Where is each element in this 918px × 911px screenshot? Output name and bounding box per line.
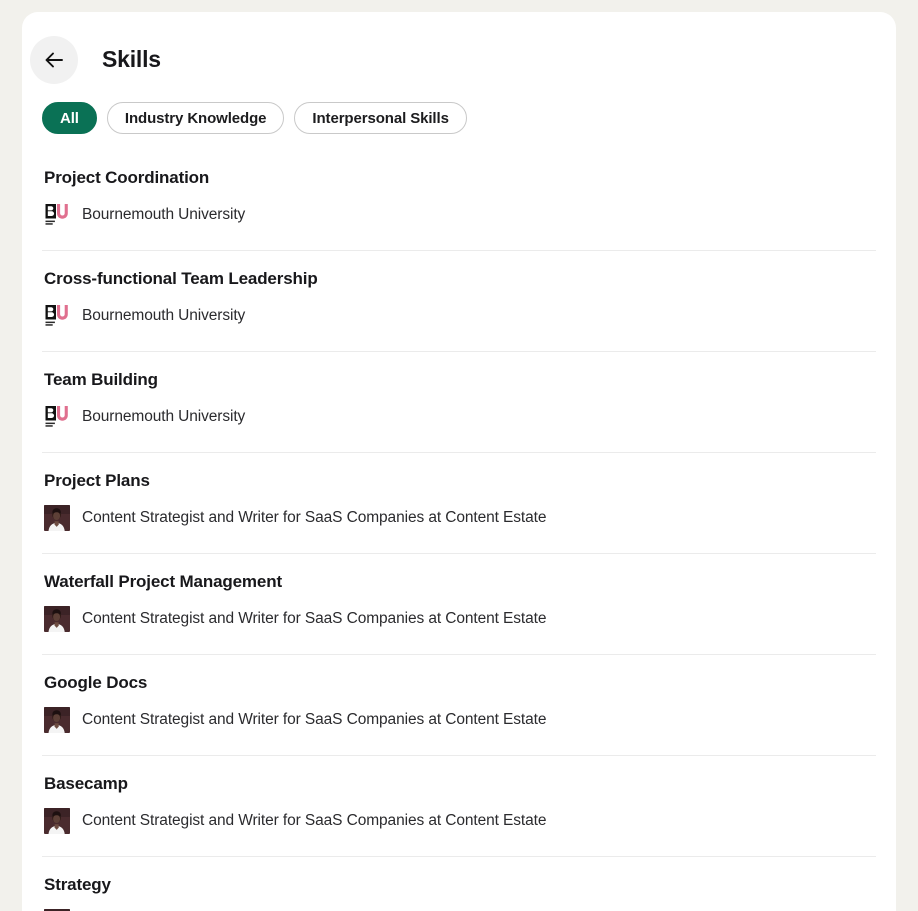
skill-row[interactable]: Google Docs Content Strategist and Writer…	[42, 655, 876, 756]
profile-photo-avatar	[44, 707, 70, 733]
page-header: Skills	[22, 12, 896, 88]
skill-source-label: Bournemouth University	[82, 307, 246, 324]
skill-source: Bournemouth University	[42, 202, 876, 228]
filter-pill-group: All Industry Knowledge Interpersonal Skill…	[22, 88, 896, 134]
skills-list: Project Coordination Bournemouth Universi…	[22, 150, 896, 911]
skill-name: Cross-functional Team Leadership	[44, 269, 318, 288]
filter-pill-all[interactable]: All	[42, 102, 97, 134]
skill-name: Basecamp	[44, 774, 128, 793]
skill-source: Content Strategist and Writer for SaaS C…	[42, 808, 876, 834]
skill-name: Project Coordination	[44, 168, 210, 187]
skill-source-label: Bournemouth University	[82, 206, 246, 223]
skills-card: Skills All Industry Knowledge Interpersona…	[22, 12, 896, 911]
skill-source-label: Content Strategist and Writer for SaaS C…	[82, 509, 547, 526]
profile-photo-avatar	[44, 808, 70, 834]
skill-name: Team Building	[44, 370, 158, 389]
filter-pill-label: All	[60, 109, 79, 127]
skill-source: Content Strategist and Writer for SaaS C…	[42, 606, 876, 632]
skill-source: Content Strategist and Writer for SaaS C…	[42, 707, 876, 733]
skill-row[interactable]: Basecamp Content Strategist and Writer fo…	[42, 756, 876, 857]
profile-photo-avatar	[44, 505, 70, 531]
skill-row[interactable]: Cross-functional Team Leadership Bournemo…	[42, 251, 876, 352]
skill-row[interactable]: Strategy2 experiences across Content Est…	[42, 857, 876, 911]
skill-row[interactable]: Waterfall Project Management Content Stra…	[42, 554, 876, 655]
skill-source: Bournemouth University	[42, 404, 876, 430]
filter-pill-industry-knowledge[interactable]: Industry Knowledge	[106, 102, 285, 134]
skill-name: Strategy	[44, 875, 111, 894]
bournemouth-university-logo	[44, 303, 70, 329]
skill-name: Google Docs	[44, 673, 148, 692]
filter-pill-label: Interpersonal Skills	[312, 109, 449, 127]
skill-source-label: Content Strategist and Writer for SaaS C…	[82, 610, 547, 627]
skill-source-label: Bournemouth University	[82, 408, 246, 425]
skill-row[interactable]: Project Coordination Bournemouth Universi…	[42, 150, 876, 251]
page-title: Skills	[102, 46, 161, 72]
skill-source: Bournemouth University	[42, 303, 876, 329]
filter-pill-interpersonal-skills[interactable]: Interpersonal Skills	[294, 102, 467, 134]
skill-name: Waterfall Project Management	[44, 572, 282, 591]
skill-row[interactable]: Project Plans Content Strategist and Writ…	[42, 453, 876, 554]
skill-source-label: Content Strategist and Writer for SaaS C…	[82, 711, 547, 728]
skill-source: Content Strategist and Writer for SaaS C…	[42, 505, 876, 531]
back-button[interactable]	[30, 35, 78, 84]
skills-page: Skills All Industry Knowledge Interpersona…	[0, 0, 918, 911]
skill-source-label: Content Strategist and Writer for SaaS C…	[82, 812, 547, 829]
filter-pill-label: Industry Knowledge	[124, 109, 267, 127]
bournemouth-university-logo	[44, 404, 70, 430]
profile-photo-avatar	[44, 606, 70, 632]
arrow-left-icon	[42, 48, 66, 72]
skill-row[interactable]: Team Building Bournemouth University	[42, 352, 876, 453]
skill-name: Project Plans	[44, 471, 150, 490]
bournemouth-university-logo	[44, 202, 70, 228]
